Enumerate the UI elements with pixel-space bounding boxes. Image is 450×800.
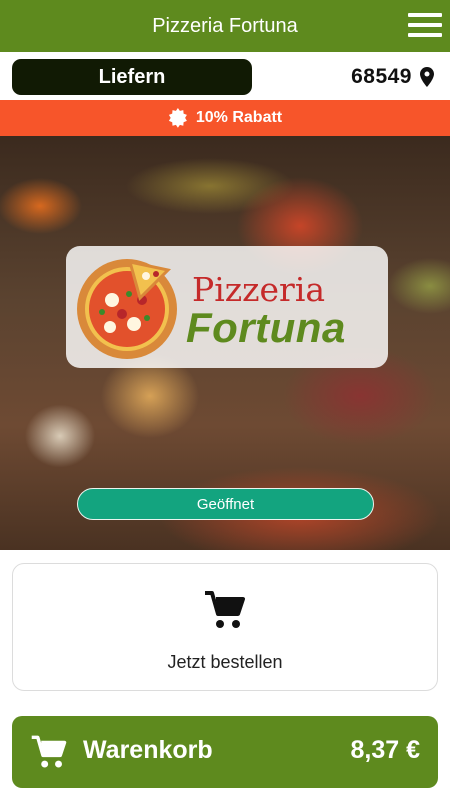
promo-text: 10% Rabatt xyxy=(195,109,283,126)
delivery-mode-button[interactable]: Liefern xyxy=(12,59,252,95)
cart-label: Warenkorb xyxy=(83,736,213,764)
app-header: Pizzeria Fortuna xyxy=(0,0,450,52)
location-pin-icon xyxy=(420,67,434,87)
logo-text-bottom: Fortuna xyxy=(186,304,346,351)
pizza-logo-icon xyxy=(77,259,177,359)
shopping-cart-icon xyxy=(205,591,245,628)
hero-banner: Pizzeria Fortuna Geöffnet xyxy=(0,136,450,550)
cart-total: 8,37 € xyxy=(350,736,420,764)
zip-selector[interactable]: 68549 xyxy=(351,62,434,92)
app-title: Pizzeria Fortuna xyxy=(152,14,298,37)
discount-badge-icon xyxy=(168,108,187,128)
open-status-badge: Geöffnet xyxy=(77,488,374,520)
order-now-button[interactable]: Jetzt bestellen xyxy=(12,563,438,691)
hamburger-menu-icon xyxy=(408,13,442,17)
delivery-bar: Liefern 68549 xyxy=(0,52,450,100)
menu-button[interactable] xyxy=(406,10,444,40)
order-now-label: Jetzt bestellen xyxy=(167,652,283,672)
promo-banner: 10% Rabatt xyxy=(0,100,450,136)
zip-code: 68549 xyxy=(351,65,412,88)
cart-button[interactable]: Warenkorb 8,37 € xyxy=(12,716,438,788)
shopping-cart-icon xyxy=(31,735,67,768)
restaurant-logo: Pizzeria Fortuna xyxy=(66,246,388,368)
